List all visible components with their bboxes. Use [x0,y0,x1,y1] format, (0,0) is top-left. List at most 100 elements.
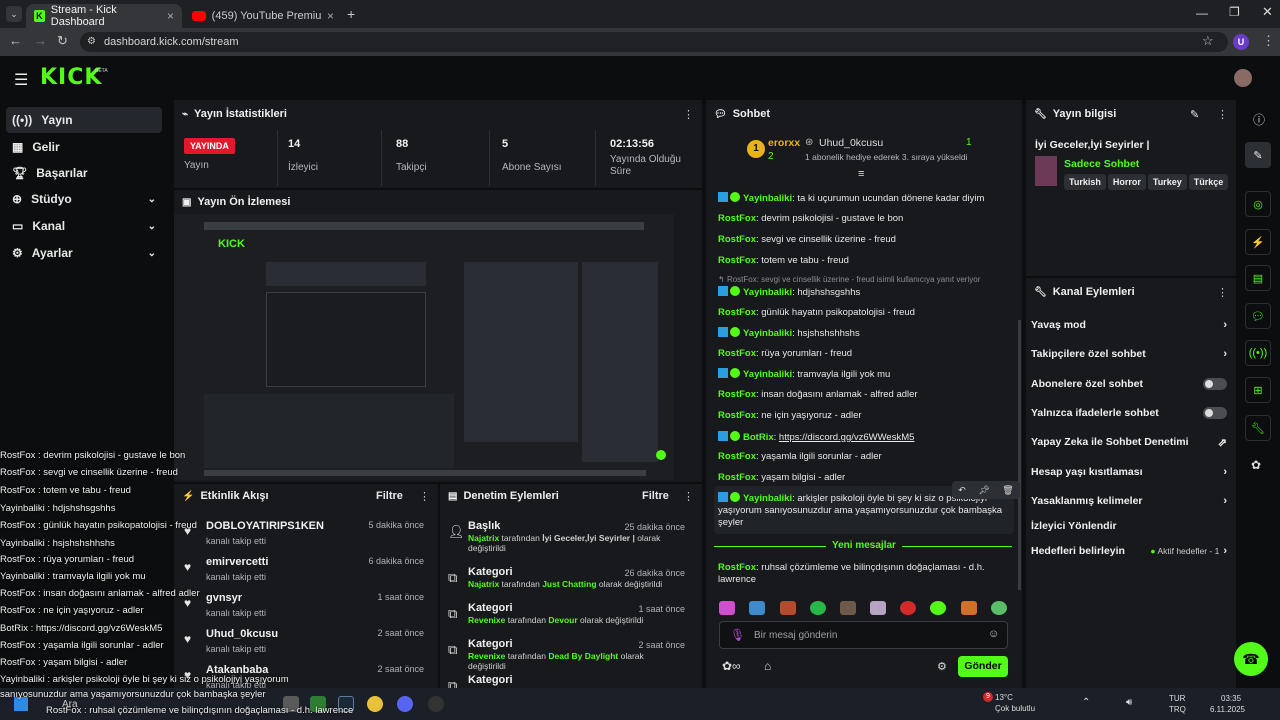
list-item[interactable]: ⧉ Kategori 26 dakika önce Najatrix taraf… [440,564,695,600]
action-slow-mode[interactable]: Yavaş mod › [1031,316,1227,334]
sidebar-item-kanal[interactable]: ▭ Kanal ⌄ [6,213,162,239]
edit-icon[interactable]: ✎ [1190,108,1199,121]
tag-chip[interactable]: Türkçe [1188,174,1229,190]
forward-arrow-icon[interactable]: → [34,33,47,48]
chat-username[interactable]: Yayinbaliki [743,328,792,339]
tab-kick-dashboard[interactable]: K Stream - Kick Dashboard × [26,4,182,28]
chat-username[interactable]: Yayinbaliki [743,287,792,298]
action-account-age[interactable]: Hesap yaşı kısıtlaması › [1031,463,1227,481]
minimize-icon[interactable]: — [1196,6,1208,20]
stream-preview-video[interactable]: KICK [174,214,674,480]
chat-message[interactable]: RostFox: yaşamla ilgili sorunlar - adler [718,451,1014,463]
address-bar[interactable]: dashboard.kick.com/stream [80,32,1228,52]
chat-message[interactable]: RostFox: sevgi ve cinsellik üzerine - fr… [718,234,1014,246]
emote-1[interactable] [719,601,735,615]
emote-9[interactable] [961,601,977,615]
tag-chip[interactable]: Turkish [1064,174,1106,190]
site-info-icon[interactable]: ⚙ [87,36,96,47]
emote-6[interactable] [870,601,886,615]
kick-emote-icon[interactable]: ✿ [1251,458,1261,472]
action-subscribers-only[interactable]: Abonelere özel sohbet [1031,375,1227,393]
top-gifter-name[interactable]: erorxx [768,137,800,149]
close-window-icon[interactable]: ✕ [1262,4,1273,20]
browser-menu-icon[interactable]: ⋮ [1262,33,1275,49]
network-icon[interactable]: 🔊︎ [1126,697,1132,708]
sidebar-item-yayin[interactable]: ((•)) Yayın [6,107,162,133]
chat-message[interactable]: RostFox: rüya yorumları - freud [718,348,1014,360]
discord-icon[interactable] [397,696,413,712]
sidebar-item-ayarlar[interactable]: ⚙ Ayarlar ⌄ [6,240,162,266]
trash-icon[interactable]: 🗑︎ [1002,485,1013,496]
chat-message[interactable]: Yayinbaliki: hsjshshshhshs [718,327,1014,340]
gift-user[interactable]: Uhud_0kcusu [819,137,883,149]
back-arrow-icon[interactable]: ← [9,33,22,48]
chat-username[interactable]: Yayinbaliki [743,369,792,380]
tag-chip[interactable]: Turkey [1147,174,1187,190]
kick-emote-icon[interactable]: ✿∞ [722,659,741,673]
chat-message[interactable]: Yayinbaliki: ta ki uçurumun ucundan döne… [718,192,1014,205]
chat-message[interactable]: RostFox: totem ve tabu - freud [718,255,1014,267]
chat-username[interactable]: RostFox [718,255,756,266]
tab-youtube[interactable]: (459) YouTube Premium - YouT × [184,4,342,28]
clock-date[interactable]: 6.11.2025 [1210,705,1245,714]
chat-scrollbar[interactable] [1018,320,1021,590]
chat-username[interactable]: RostFox [718,234,756,245]
list-item[interactable]: ⧉ Kategori 1 saat önce Revenixe tarafınd… [440,600,695,636]
send-button[interactable]: Gönder [958,656,1008,677]
subscribers-only-toggle[interactable] [1203,378,1227,390]
pin-icon[interactable]: 📌︎ [978,485,989,496]
kick-logo[interactable]: KICK [40,65,102,90]
chat-toggle-button[interactable]: 💬︎ [1245,303,1271,329]
chat-username[interactable]: Yayinbaliki [743,193,792,204]
tools-button[interactable]: 🔧︎ [1245,415,1271,441]
new-tab-button[interactable]: + [347,6,355,22]
tab-list-button[interactable]: ⌄ [6,6,22,22]
chat-username[interactable]: RostFox [718,451,756,462]
list-item[interactable]: 👤︎ Başlık 25 dakika önce Najatrix tarafı… [440,518,695,554]
chat-settings-icon[interactable]: ⚙ [937,660,947,673]
user-avatar[interactable] [1234,69,1252,87]
more-options-icon[interactable]: ⋮ [683,108,694,121]
action-followers-only[interactable]: Takipçilere özel sohbet › [1031,345,1227,363]
emote-8[interactable] [930,601,946,615]
chat-message[interactable]: RostFox: devrim psikolojisi - gustave le… [718,213,1014,225]
emote-7[interactable] [900,601,916,615]
quick-action-button[interactable]: ⚡ [1245,229,1271,255]
edit-stream-button[interactable]: ✎ [1245,142,1271,168]
close-tab-icon[interactable]: × [167,9,174,23]
lang-secondary[interactable]: TRQ [1169,705,1186,714]
emote-2[interactable] [749,601,765,615]
tag-chip[interactable]: Horror [1107,174,1146,190]
emoji-picker-icon[interactable]: ☺ [988,628,999,640]
sidebar-item-studyo[interactable]: ⊕ Stüdyo ⌄ [6,186,162,212]
action-ai-moderation[interactable]: Yapay Zeka ile Sohbet Denetimi ⇗ [1031,433,1227,451]
store-icon[interactable]: ⌂ [764,659,771,673]
close-tab-icon[interactable]: × [327,9,334,23]
more-options-icon[interactable]: ⋮ [1217,108,1228,121]
clip-button[interactable]: ◎ [1245,191,1271,217]
chat-username[interactable]: RostFox [718,472,756,483]
chat-message[interactable]: BotRix: https://discord.gg/vz6WWeskM5 [718,431,1014,444]
filter-button[interactable]: Filtre [642,490,669,502]
broadcast-button[interactable]: ((•)) [1245,340,1271,366]
chat-username[interactable]: RostFox [718,307,756,318]
reply-icon[interactable]: ↶ [958,485,966,496]
clock-time[interactable]: 03:35 [1221,694,1241,703]
more-options-icon[interactable]: ⋮ [683,490,694,503]
chat-message[interactable]: RostFox: ne için yaşıyoruz - adler [718,410,1014,422]
action-emote-only[interactable]: Yalnızca ifadelerle sohbet [1031,404,1227,422]
sidebar-item-gelir[interactable]: ▦ Gelir [6,134,162,160]
profile-avatar[interactable]: U [1233,34,1249,50]
chat-link[interactable]: https://discord.gg/vz6WWeskM5 [779,432,915,443]
emote-only-toggle[interactable] [1203,407,1227,419]
emote-3[interactable] [780,601,796,615]
chat-input[interactable]: 🎙︎ Bir mesaj gönderin ☺ [719,621,1008,649]
info-icon[interactable]: ⓘ [1253,111,1265,128]
action-banned-words[interactable]: Yasaklanmış kelimeler › [1031,492,1227,510]
chat-username[interactable]: RostFox [718,348,756,359]
emote-10[interactable] [991,601,1007,615]
chat-message[interactable]: Yayinbaliki: hdjshshsgshhs [718,286,1014,299]
chat-username[interactable]: RostFox [718,213,756,224]
weather-temp[interactable]: 13°C [995,693,1013,702]
chat-message[interactable]: RostFox: günlük hayatın psikopatolojisi … [718,307,1014,319]
